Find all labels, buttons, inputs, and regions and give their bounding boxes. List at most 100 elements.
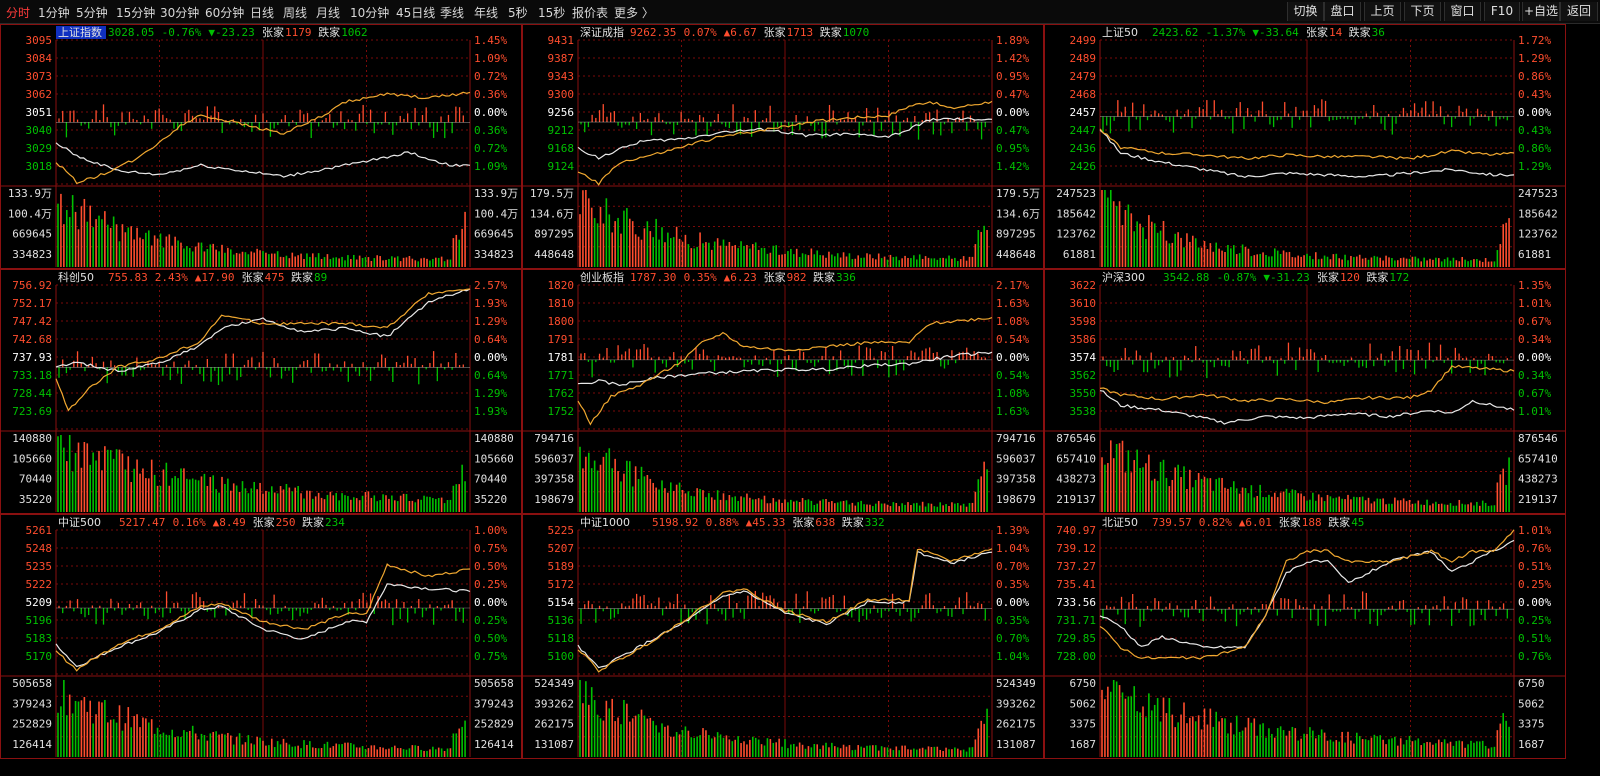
pct-tick: 1.01% [1518, 405, 1551, 418]
price-tick: 3073 [26, 70, 53, 83]
price-tick: 1771 [548, 369, 575, 382]
period-tab[interactable]: 日线 [250, 4, 274, 21]
period-tab[interactable]: 更多 〉 [614, 4, 654, 21]
volume-tick: 70440 [474, 473, 507, 486]
period-tab[interactable]: 5分钟 [76, 4, 108, 21]
index-name: 上证50 [1102, 26, 1138, 39]
pct-tick: 0.67% [1518, 387, 1551, 400]
volume-tick: 524349 [996, 677, 1036, 690]
pct-tick: 0.43% [1518, 88, 1551, 101]
toolbar-button[interactable]: 盘口 [1324, 2, 1361, 21]
index-price: 9262.35 [630, 26, 676, 39]
toolbar-button[interactable]: 上页 [1364, 2, 1401, 21]
period-tab[interactable]: 15分钟 [116, 4, 155, 21]
price-tick: 2489 [1070, 52, 1097, 65]
toolbar-button[interactable]: 下页 [1404, 2, 1441, 21]
period-tab[interactable]: 10分钟 [350, 4, 389, 21]
price-tick: 5235 [26, 560, 53, 573]
period-tab[interactable]: 60分钟 [205, 4, 244, 21]
pct-tick: 0.25% [474, 578, 507, 591]
pct-tick: 0.36% [474, 124, 507, 137]
price-tick: 2447 [1070, 124, 1097, 137]
period-tab[interactable]: 报价表 [572, 4, 608, 21]
volume-tick: 131087 [996, 738, 1036, 751]
pct-tick: 0.00% [474, 106, 507, 119]
index-change-pct: -0.76% [162, 26, 202, 39]
index-panel[interactable]: 北证50 739.57 0.82% ▲6.01 张家 188 跌家 45 740.97 739.1… [1044, 514, 1566, 759]
toolbar-button[interactable]: 窗口 [1444, 2, 1481, 21]
price-tick: 3062 [26, 88, 53, 101]
index-name: 中证1000 [580, 516, 630, 529]
price-tick: 728.00 [1056, 650, 1096, 663]
index-panel[interactable]: 沪深300 3542.88 -0.87% ▼-31.23 张家 120 跌家 172 3622 3… [1044, 269, 1566, 514]
period-tab[interactable]: 30分钟 [160, 4, 199, 21]
pct-tick: 0.51% [1518, 632, 1551, 645]
period-tab[interactable]: 5秒 [508, 4, 528, 21]
index-panel[interactable]: 上证50 2423.62 -1.37% ▼-33.64 张家 14 跌家 36 2499 2489… [1044, 24, 1566, 269]
volume-tick: 105660 [12, 452, 52, 465]
volume-tick: 876546 [1056, 432, 1096, 445]
fall-count: 332 [865, 516, 885, 529]
price-tick: 9343 [548, 70, 575, 83]
pct-tick: 0.64% [474, 369, 507, 382]
toolbar-button[interactable]: 切换 [1287, 2, 1324, 21]
index-panel[interactable]: 深证成指 9262.35 0.07% ▲6.67 张家 1713 跌家 1070 9431 938… [522, 24, 1044, 269]
volume-tick: 897295 [996, 228, 1036, 241]
period-tab[interactable]: 1分钟 [38, 4, 70, 21]
price-tick: 9212 [548, 124, 575, 137]
price-tick: 2468 [1070, 88, 1097, 101]
pct-tick: 1.72% [1518, 34, 1551, 47]
volume-tick: 1687 [1518, 738, 1545, 751]
index-panel[interactable]: 科创50 755.83 2.43% ▲17.90 张家 475 跌家 89 756.92 752.… [0, 269, 522, 514]
period-tab[interactable]: 15秒 [538, 4, 565, 21]
price-tick: 3018 [26, 160, 53, 173]
pct-tick: 0.34% [1518, 333, 1551, 346]
rise-label: 张家 [242, 270, 264, 284]
pct-tick: 0.75% [474, 650, 507, 663]
volume-tick: 134.6万 [530, 207, 574, 220]
price-tick: 5261 [26, 524, 53, 537]
index-panel[interactable]: 中证500 5217.47 0.16% ▲8.49 张家 250 跌家 234 5261 5248… [0, 514, 522, 759]
price-tick: 3574 [1070, 351, 1097, 364]
price-tick: 3051 [26, 106, 53, 119]
period-tab[interactable]: 45日线 [396, 4, 435, 21]
price-tick: 2436 [1070, 142, 1097, 155]
volume-tick: 3375 [1070, 718, 1097, 731]
volume-tick: 126414 [474, 738, 514, 751]
index-panel[interactable]: 创业板指 1787.30 0.35% ▲6.23 张家 982 跌家 336 1820 1810 1… [522, 269, 1044, 514]
pct-tick: 1.01% [1518, 524, 1551, 537]
price-tick: 5207 [548, 542, 575, 555]
pct-tick: 0.34% [1518, 369, 1551, 382]
volume-tick: 219137 [1056, 493, 1096, 506]
pct-tick: 1.08% [996, 387, 1029, 400]
period-tab[interactable]: 月线 [316, 4, 340, 21]
price-tick: 1820 [548, 279, 575, 292]
index-panel[interactable]: 中证1000 5198.92 0.88% ▲45.33 张家 638 跌家 332 5225 52… [522, 514, 1044, 759]
pct-tick: 2.57% [474, 279, 507, 292]
pct-tick: 0.36% [474, 88, 507, 101]
volume-tick: 70440 [19, 473, 52, 486]
price-tick: 5170 [26, 650, 53, 663]
volume-tick: 252829 [12, 718, 52, 731]
fall-label: 跌家 [291, 270, 313, 284]
pct-tick: 0.50% [474, 560, 507, 573]
index-change: ▲45.33 [746, 516, 786, 529]
price-tick: 5225 [548, 524, 575, 537]
index-panel[interactable]: 上证指数 3028.05 -0.76% ▼-23.23 张家 1179 跌家 1062 3095… [0, 24, 522, 269]
fall-count: 36 [1372, 26, 1385, 39]
period-tab[interactable]: 年线 [474, 4, 498, 21]
price-tick: 733.56 [1056, 596, 1096, 609]
pct-tick: 1.01% [1518, 297, 1551, 310]
rise-label: 张家 [1279, 515, 1301, 529]
period-tab[interactable]: 季线 [440, 4, 464, 21]
toolbar-button[interactable]: 返回 [1560, 2, 1598, 21]
price-tick: 2426 [1070, 160, 1097, 173]
volume-tick: 5062 [1518, 697, 1545, 710]
toolbar-button[interactable]: +自选 [1522, 2, 1560, 21]
period-tab[interactable]: 分时 [6, 4, 30, 21]
period-tab[interactable]: 周线 [283, 4, 307, 21]
volume-tick: 133.9万 [474, 187, 518, 200]
pct-tick: 0.35% [996, 578, 1029, 591]
toolbar-button[interactable]: F10 [1484, 2, 1520, 21]
pct-tick: 1.29% [1518, 52, 1551, 65]
